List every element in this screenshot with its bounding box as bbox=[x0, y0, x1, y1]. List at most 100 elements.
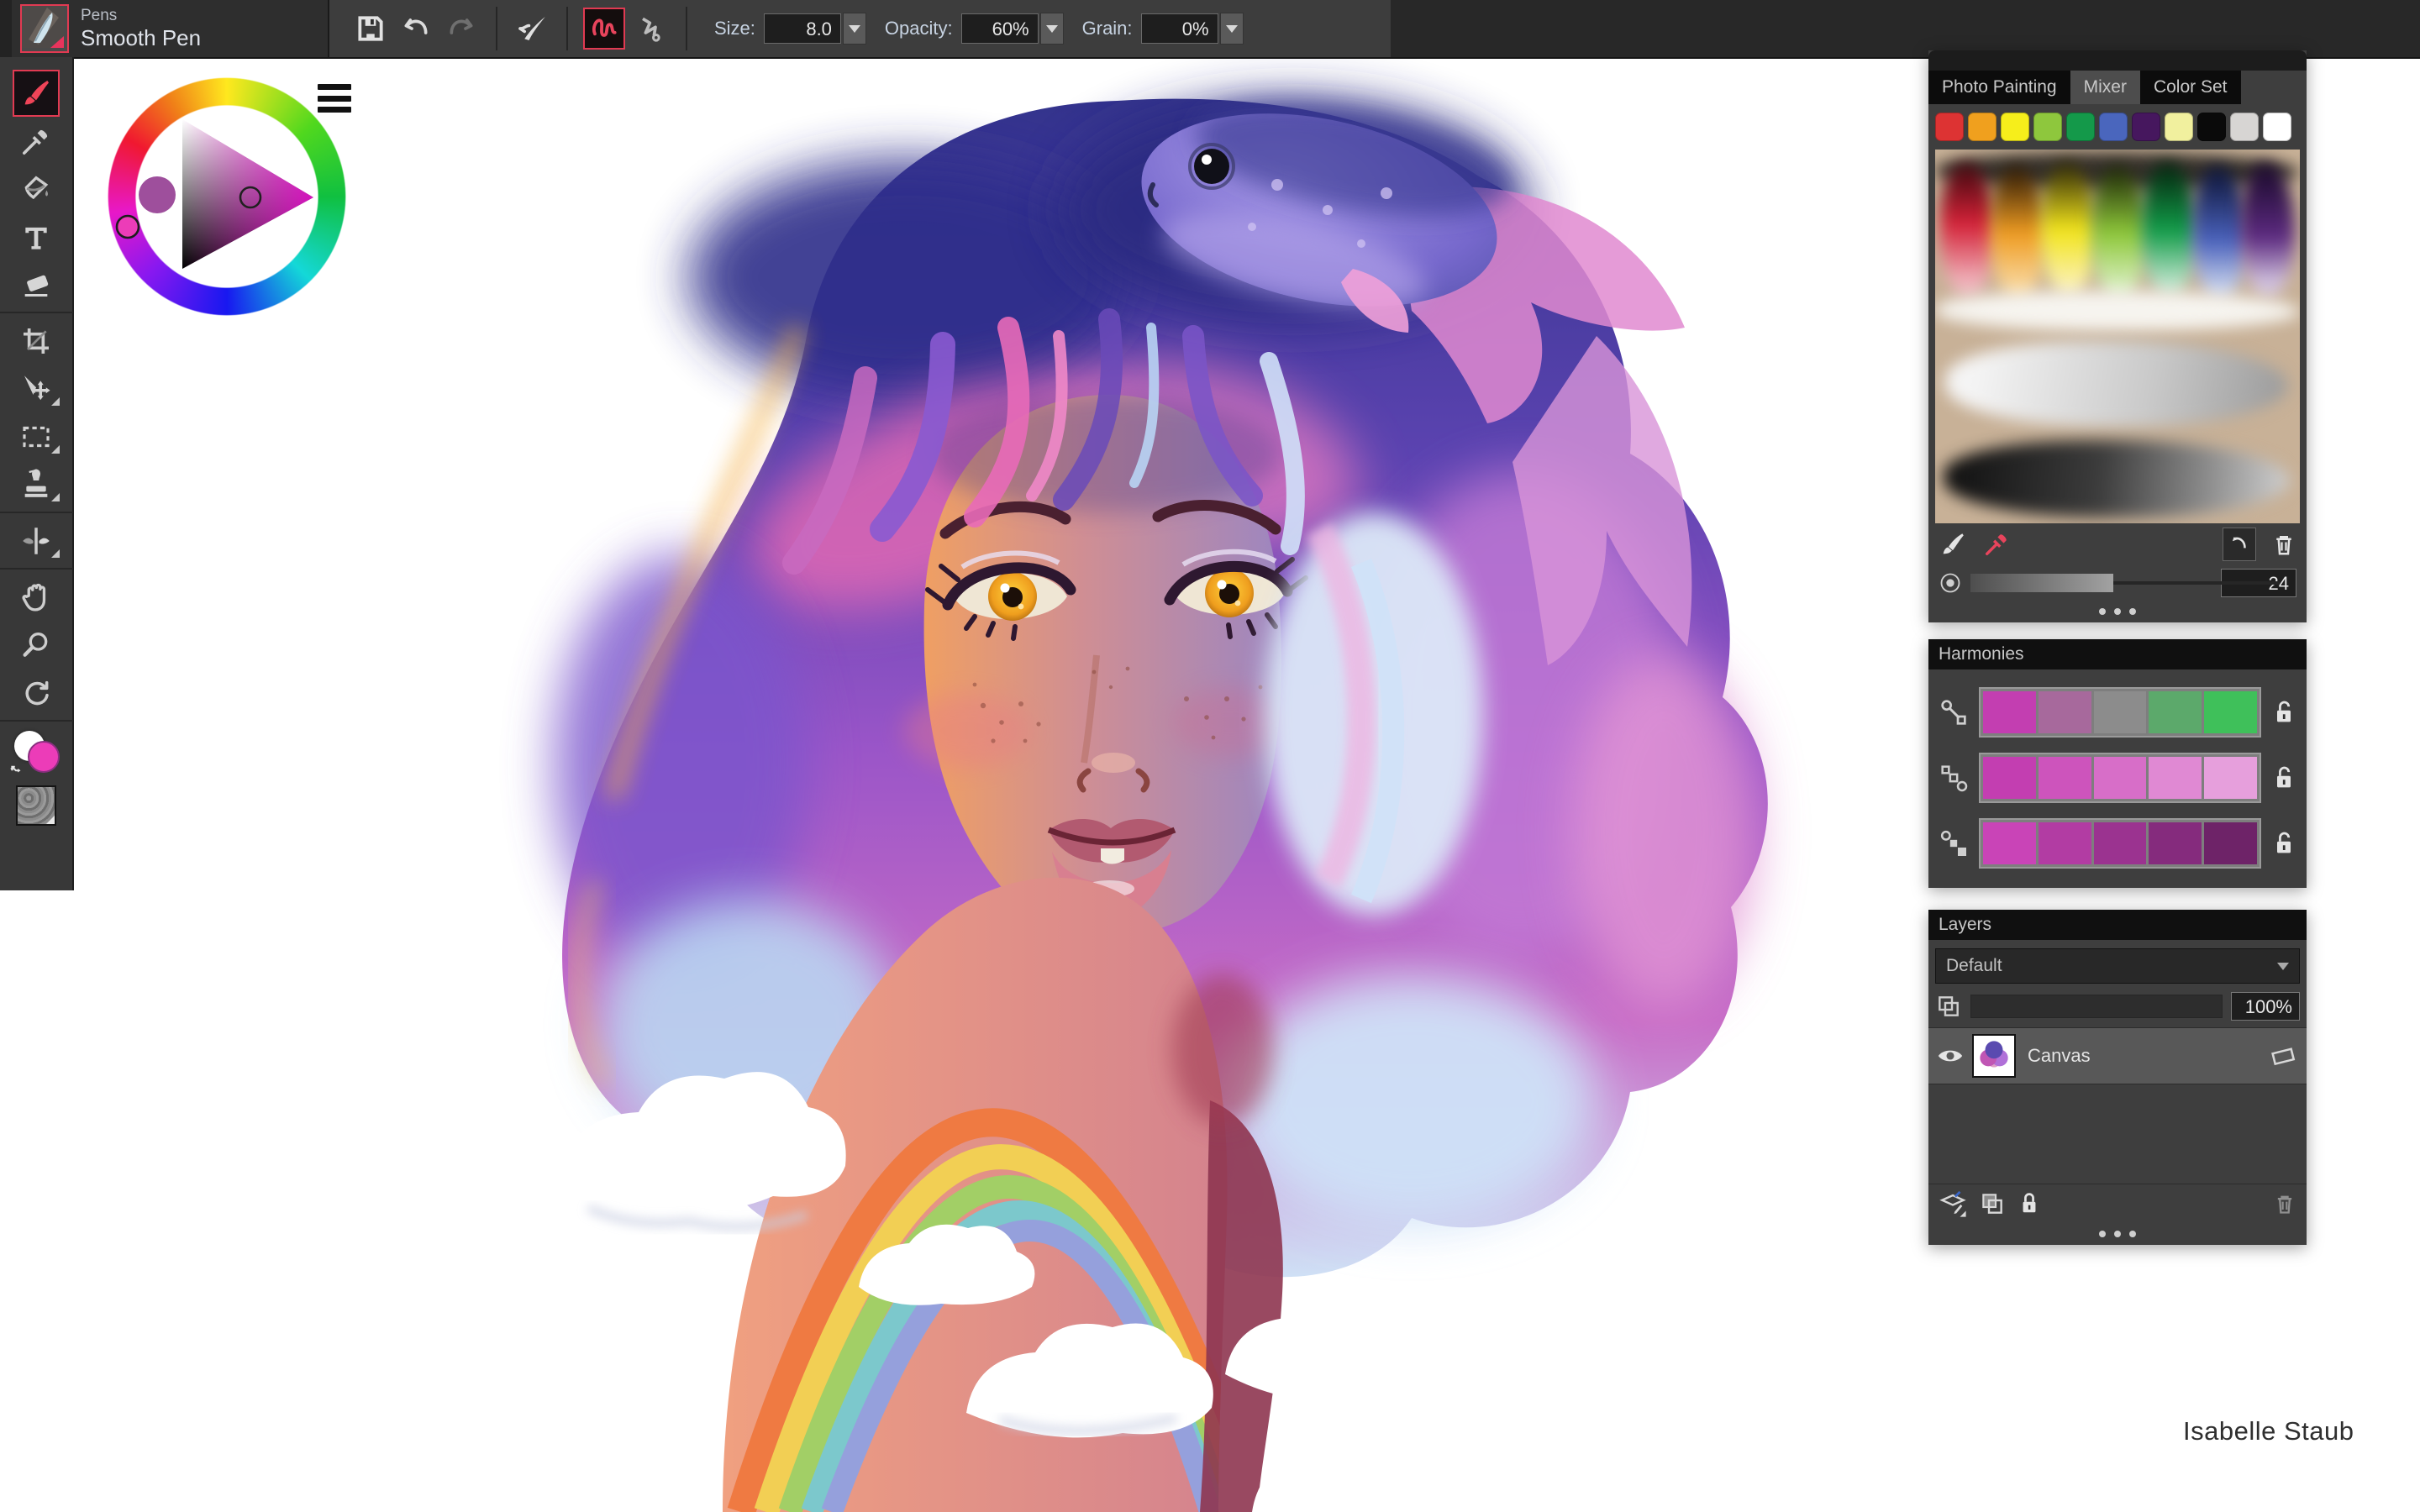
tool-flyout-indicator bbox=[51, 397, 60, 406]
clear-mixer-pad-button[interactable] bbox=[2223, 528, 2256, 561]
harmony-color-swatch[interactable] bbox=[1983, 691, 2036, 733]
mixer-color-swatch[interactable] bbox=[2099, 113, 2128, 141]
trash-icon[interactable] bbox=[2271, 531, 2296, 558]
brush-selector[interactable]: Pens Smooth Pen bbox=[0, 0, 328, 57]
swap-colors-icon[interactable] bbox=[9, 761, 24, 776]
mixer-color-swatch[interactable] bbox=[2230, 113, 2259, 141]
mixer-color-swatch[interactable] bbox=[2066, 113, 2095, 141]
saturation-value-triangle[interactable] bbox=[108, 77, 351, 321]
panel-resize-handle[interactable] bbox=[1928, 601, 2307, 622]
grain-dropdown-button[interactable] bbox=[1220, 13, 1244, 45]
text-tool[interactable] bbox=[0, 213, 73, 260]
layer-mover-tool[interactable] bbox=[0, 365, 73, 412]
layer-lock-flag-icon[interactable] bbox=[2260, 1045, 2307, 1067]
brush-stroke-icon[interactable] bbox=[513, 9, 551, 48]
harmonies-title: Harmonies bbox=[1928, 644, 2024, 664]
brush-tool[interactable] bbox=[0, 69, 73, 117]
hamburger-icon[interactable] bbox=[318, 84, 351, 113]
rotate-page-tool[interactable] bbox=[0, 669, 73, 717]
harmony-color-swatch[interactable] bbox=[2039, 822, 2091, 864]
hue-ring-marker[interactable] bbox=[117, 216, 139, 238]
mixer-color-swatch[interactable] bbox=[2001, 113, 2029, 141]
harmony-lock-button[interactable] bbox=[2270, 699, 2298, 726]
harmonies-panel: Harmonies bbox=[1928, 639, 2307, 888]
harmony-color-swatch[interactable] bbox=[1983, 757, 2036, 799]
tab-photo-painting[interactable]: Photo Painting bbox=[1928, 71, 2070, 104]
save-button[interactable] bbox=[351, 9, 390, 48]
dropper-tool[interactable] bbox=[0, 117, 73, 165]
new-layer-icon[interactable] bbox=[1939, 1189, 1967, 1218]
eraser-tool[interactable] bbox=[0, 260, 73, 308]
radio-icon[interactable] bbox=[1939, 571, 1962, 595]
panel-resize-handle[interactable] bbox=[1928, 1223, 2307, 1245]
harmony-color-swatch[interactable] bbox=[2204, 691, 2257, 733]
stamp-tool[interactable] bbox=[0, 460, 73, 508]
harmony-color-swatch[interactable] bbox=[2149, 691, 2202, 733]
mixer-color-swatch[interactable] bbox=[2263, 113, 2291, 141]
hand-tool[interactable] bbox=[0, 573, 73, 621]
opacity-input[interactable]: 60% bbox=[961, 13, 1039, 44]
lock-icon[interactable] bbox=[2018, 1190, 2041, 1217]
harmony-color-swatch[interactable] bbox=[1983, 822, 2036, 864]
layer-opacity-value[interactable]: 100% bbox=[2231, 992, 2300, 1021]
toolbox-separator bbox=[0, 720, 73, 722]
harmony-color-swatch[interactable] bbox=[2204, 757, 2257, 799]
layer-opacity-slider[interactable] bbox=[1970, 995, 2223, 1018]
mixer-color-swatch[interactable] bbox=[2033, 113, 2062, 141]
canvas-artwork[interactable] bbox=[471, 59, 1832, 1512]
mixer-brush-icon[interactable] bbox=[1939, 530, 1967, 559]
mixer-color-swatch[interactable] bbox=[2132, 113, 2160, 141]
mixer-color-swatch[interactable] bbox=[2165, 113, 2193, 141]
harmony-color-swatch[interactable] bbox=[2039, 757, 2091, 799]
layer-row-canvas[interactable]: Canvas bbox=[1928, 1027, 2307, 1084]
layer-blend-mode-select[interactable]: Default bbox=[1935, 948, 2300, 984]
active-tool-highlight bbox=[13, 70, 60, 117]
harmony-color-swatch[interactable] bbox=[2149, 822, 2202, 864]
straight-line-strokes-button[interactable] bbox=[632, 9, 671, 48]
chevron-down-icon bbox=[1046, 25, 1058, 33]
harmony-lock-button[interactable] bbox=[2270, 764, 2298, 791]
pen-nib-icon bbox=[22, 6, 64, 48]
harmonies-header[interactable]: Harmonies bbox=[1928, 639, 2307, 669]
size-input[interactable]: 8.0 bbox=[764, 13, 841, 44]
mixer-dropper-icon[interactable] bbox=[1982, 530, 2011, 559]
mirror-painting-tool[interactable] bbox=[0, 517, 73, 564]
freehand-strokes-button[interactable] bbox=[583, 8, 625, 50]
layer-thumbnail[interactable] bbox=[1972, 1034, 2016, 1078]
size-label: Size: bbox=[714, 18, 755, 39]
harmony-color-swatch[interactable] bbox=[2094, 691, 2147, 733]
duplicate-layer-icon[interactable] bbox=[1979, 1190, 2006, 1217]
harmony-color-swatch[interactable] bbox=[2039, 691, 2091, 733]
trash-icon[interactable] bbox=[2273, 1191, 2296, 1216]
harmony-color-swatch[interactable] bbox=[2204, 822, 2257, 864]
mixer-color-swatch[interactable] bbox=[1968, 113, 1996, 141]
harmony-row-complementary bbox=[1928, 680, 2307, 745]
selection-tool[interactable] bbox=[0, 412, 73, 460]
mixer-slider[interactable] bbox=[1970, 574, 2187, 592]
primary-color-swatch[interactable] bbox=[28, 741, 60, 773]
zoom-tool[interactable] bbox=[0, 621, 73, 669]
size-dropdown-button[interactable] bbox=[843, 13, 866, 45]
crop-tool[interactable] bbox=[0, 317, 73, 365]
color-pair[interactable] bbox=[0, 725, 73, 779]
layers-list-empty-area[interactable] bbox=[1928, 1084, 2307, 1184]
panel-drag-strip[interactable] bbox=[1928, 50, 2307, 71]
tab-color-set[interactable]: Color Set bbox=[2140, 71, 2241, 104]
mixer-pad[interactable] bbox=[1935, 150, 2300, 523]
fill-tool[interactable] bbox=[0, 165, 73, 213]
opacity-dropdown-button[interactable] bbox=[1040, 13, 1064, 45]
tab-mixer[interactable]: Mixer bbox=[2070, 71, 2140, 104]
harmony-color-swatch[interactable] bbox=[2149, 757, 2202, 799]
mixer-color-swatch[interactable] bbox=[1935, 113, 1964, 141]
layers-header[interactable]: Layers bbox=[1928, 910, 2307, 940]
mixer-color-swatch[interactable] bbox=[2197, 113, 2226, 141]
layer-visibility-toggle[interactable] bbox=[1928, 1046, 1972, 1066]
grain-input[interactable]: 0% bbox=[1141, 13, 1218, 44]
harmony-color-swatch[interactable] bbox=[2094, 822, 2147, 864]
paper-swatch[interactable] bbox=[0, 779, 73, 832]
brush-preview-icon[interactable] bbox=[20, 4, 69, 53]
undo-button[interactable] bbox=[397, 9, 435, 48]
harmony-lock-button[interactable] bbox=[2270, 830, 2298, 857]
harmony-color-swatch[interactable] bbox=[2094, 757, 2147, 799]
redo-button[interactable] bbox=[442, 9, 481, 48]
